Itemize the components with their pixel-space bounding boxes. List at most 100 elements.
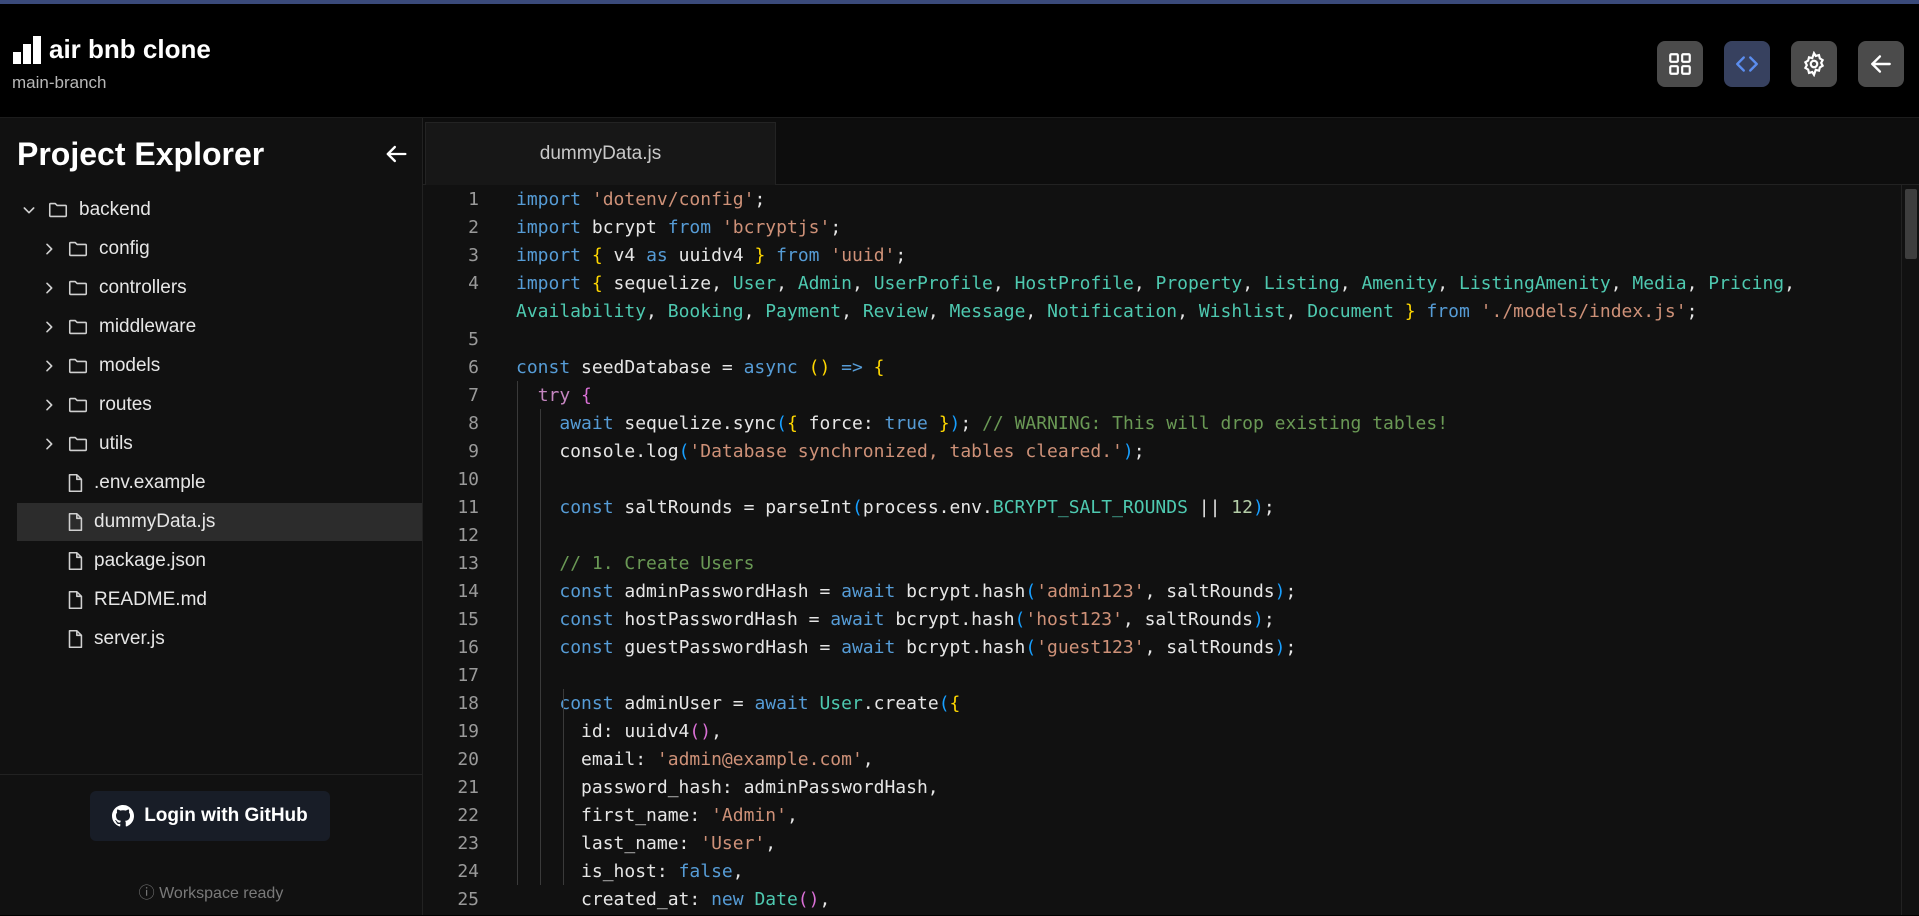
code-line: 13 // 1. Create Users — [423, 549, 1893, 577]
line-text: // 1. Create Users — [559, 552, 755, 574]
line-number: 24 — [457, 860, 479, 882]
code-line: 3 import { v4 as uuidv4 } from 'uuid'; — [423, 241, 1893, 269]
gear-icon — [1803, 51, 1825, 77]
tree-item-label: middleware — [99, 316, 197, 337]
code-line: 1 import 'dotenv/config'; — [423, 185, 1893, 213]
code-line: 7 try { — [423, 381, 1893, 409]
line-text: try { — [537, 384, 592, 406]
tree-item-label: controllers — [99, 277, 187, 298]
line-number: 15 — [457, 608, 479, 630]
line-text: import { sequelize, User, Admin, UserPro… — [516, 272, 1795, 294]
folder-icon — [67, 394, 89, 416]
code-line: 9 console.log('Database synchronized, ta… — [423, 437, 1893, 465]
file-item-server-js[interactable]: server.js — [17, 620, 422, 658]
code-view-button[interactable] — [1724, 41, 1770, 87]
chevron-right-icon — [39, 434, 59, 454]
file-item-package-json[interactable]: package.json — [17, 542, 422, 580]
arrow-left-icon — [1871, 55, 1891, 73]
chevron-right-icon — [39, 395, 59, 415]
file-icon — [64, 550, 86, 572]
workspace-status: ⓘ Workspace ready — [138, 885, 284, 902]
line-text: Availability, Booking, Payment, Review, … — [516, 300, 1698, 322]
line-text: import { v4 as uuidv4 } from 'uuid'; — [516, 244, 907, 266]
indent-guide — [517, 381, 518, 885]
line-number: 11 — [457, 496, 479, 518]
line-text: last_name: 'User', — [516, 832, 777, 854]
tree-item-label: backend — [79, 199, 151, 220]
line-text: import 'dotenv/config'; — [516, 188, 766, 210]
file-item-dummydata-js[interactable]: dummyData.js — [17, 503, 422, 541]
folder-item-controllers[interactable]: controllers — [17, 269, 422, 307]
line-text: const hostPasswordHash = await bcrypt.ha… — [559, 608, 1275, 630]
back-button[interactable] — [1858, 41, 1904, 87]
settings-button[interactable] — [1791, 41, 1837, 87]
code-line: 10 — [423, 465, 1893, 493]
line-number: 3 — [468, 244, 479, 266]
folder-item-config[interactable]: config — [17, 230, 422, 268]
line-number: 14 — [457, 580, 479, 602]
line-number: 4 — [468, 272, 479, 294]
folder-item-models[interactable]: models — [17, 347, 422, 385]
project-explorer-sidebar: Project Explorer backend config controller… — [0, 118, 423, 915]
tree-item-label: models — [99, 355, 161, 376]
folder-item-backend[interactable]: backend — [17, 191, 422, 229]
line-number: 12 — [457, 524, 479, 546]
editor-tab-bar: dummyData.js — [423, 118, 1919, 185]
login-github-label: Login with GitHub — [144, 805, 308, 826]
tab-dummydata[interactable]: dummyData.js — [425, 122, 776, 185]
branch-name: main-branch — [12, 73, 107, 92]
indent-guide — [563, 689, 564, 885]
chevron-down-icon — [19, 200, 39, 220]
line-text: first_name: 'Admin', — [516, 804, 798, 826]
line-text: id: uuidv4(), — [516, 720, 722, 742]
grid-icon — [1669, 53, 1691, 75]
code-line: 17 — [423, 661, 1893, 689]
file-item-env-example[interactable]: .env.example — [17, 464, 422, 502]
code-line: 22 first_name: 'Admin', — [423, 801, 1893, 829]
chevron-right-icon — [39, 317, 59, 337]
code-area[interactable]: 1 import 'dotenv/config'; 2 import bcrypt f… — [423, 185, 1919, 915]
code-line: 5 — [423, 325, 1893, 353]
scrollbar-thumb[interactable] — [1905, 189, 1917, 259]
line-text: const adminUser = await User.create({ — [559, 692, 961, 714]
file-icon — [64, 511, 86, 533]
collapse-sidebar-icon[interactable] — [382, 140, 410, 168]
code-line: 21 password_hash: adminPasswordHash, — [423, 773, 1893, 801]
folder-item-utils[interactable]: utils — [17, 425, 422, 463]
grid-view-button[interactable] — [1657, 41, 1703, 87]
line-text: await sequelize.sync({ force: true }); /… — [559, 412, 1449, 434]
line-number: 25 — [457, 888, 479, 910]
line-number: 8 — [468, 412, 479, 434]
tree-item-label: routes — [99, 394, 152, 415]
login-github-button[interactable]: Login with GitHub — [90, 791, 330, 841]
line-number: 16 — [457, 636, 479, 658]
code-line: 15 const hostPasswordHash = await bcrypt… — [423, 605, 1893, 633]
editor-scrollbar[interactable] — [1901, 185, 1919, 915]
line-text: const guestPasswordHash = await bcrypt.h… — [559, 636, 1297, 658]
github-icon — [112, 805, 135, 827]
line-text: console.log('Database synchronized, tabl… — [516, 440, 1145, 462]
code-line: 25 created_at: new Date(), — [423, 885, 1893, 913]
folder-icon — [67, 316, 89, 338]
folder-icon — [67, 433, 89, 455]
code-line: 18 const adminUser = await User.create({ — [423, 689, 1893, 717]
file-item-readme-md[interactable]: README.md — [17, 581, 422, 619]
code-line: 20 email: 'admin@example.com', — [423, 745, 1893, 773]
code-line: 8 await sequelize.sync({ force: true });… — [423, 409, 1893, 437]
folder-icon — [67, 238, 89, 260]
code-line: Availability, Booking, Payment, Review, … — [423, 297, 1893, 325]
line-number: 5 — [468, 328, 479, 350]
tree-item-label: server.js — [94, 628, 165, 649]
code-line: 24 is_host: false, — [423, 857, 1893, 885]
line-text: is_host: false, — [516, 860, 744, 882]
file-icon — [64, 589, 86, 611]
line-text: const saltRounds = parseInt(process.env.… — [559, 496, 1275, 518]
app-header: air bnb clone main-branch — [0, 4, 1919, 118]
tree-item-label: config — [99, 238, 150, 259]
line-text: import bcrypt from 'bcryptjs'; — [516, 216, 842, 238]
line-number: 21 — [457, 776, 479, 798]
folder-item-routes[interactable]: routes — [17, 386, 422, 424]
code-editor: dummyData.js 1 import 'dotenv/config'; 2 im… — [423, 118, 1919, 915]
folder-icon — [67, 355, 89, 377]
folder-item-middleware[interactable]: middleware — [17, 308, 422, 346]
